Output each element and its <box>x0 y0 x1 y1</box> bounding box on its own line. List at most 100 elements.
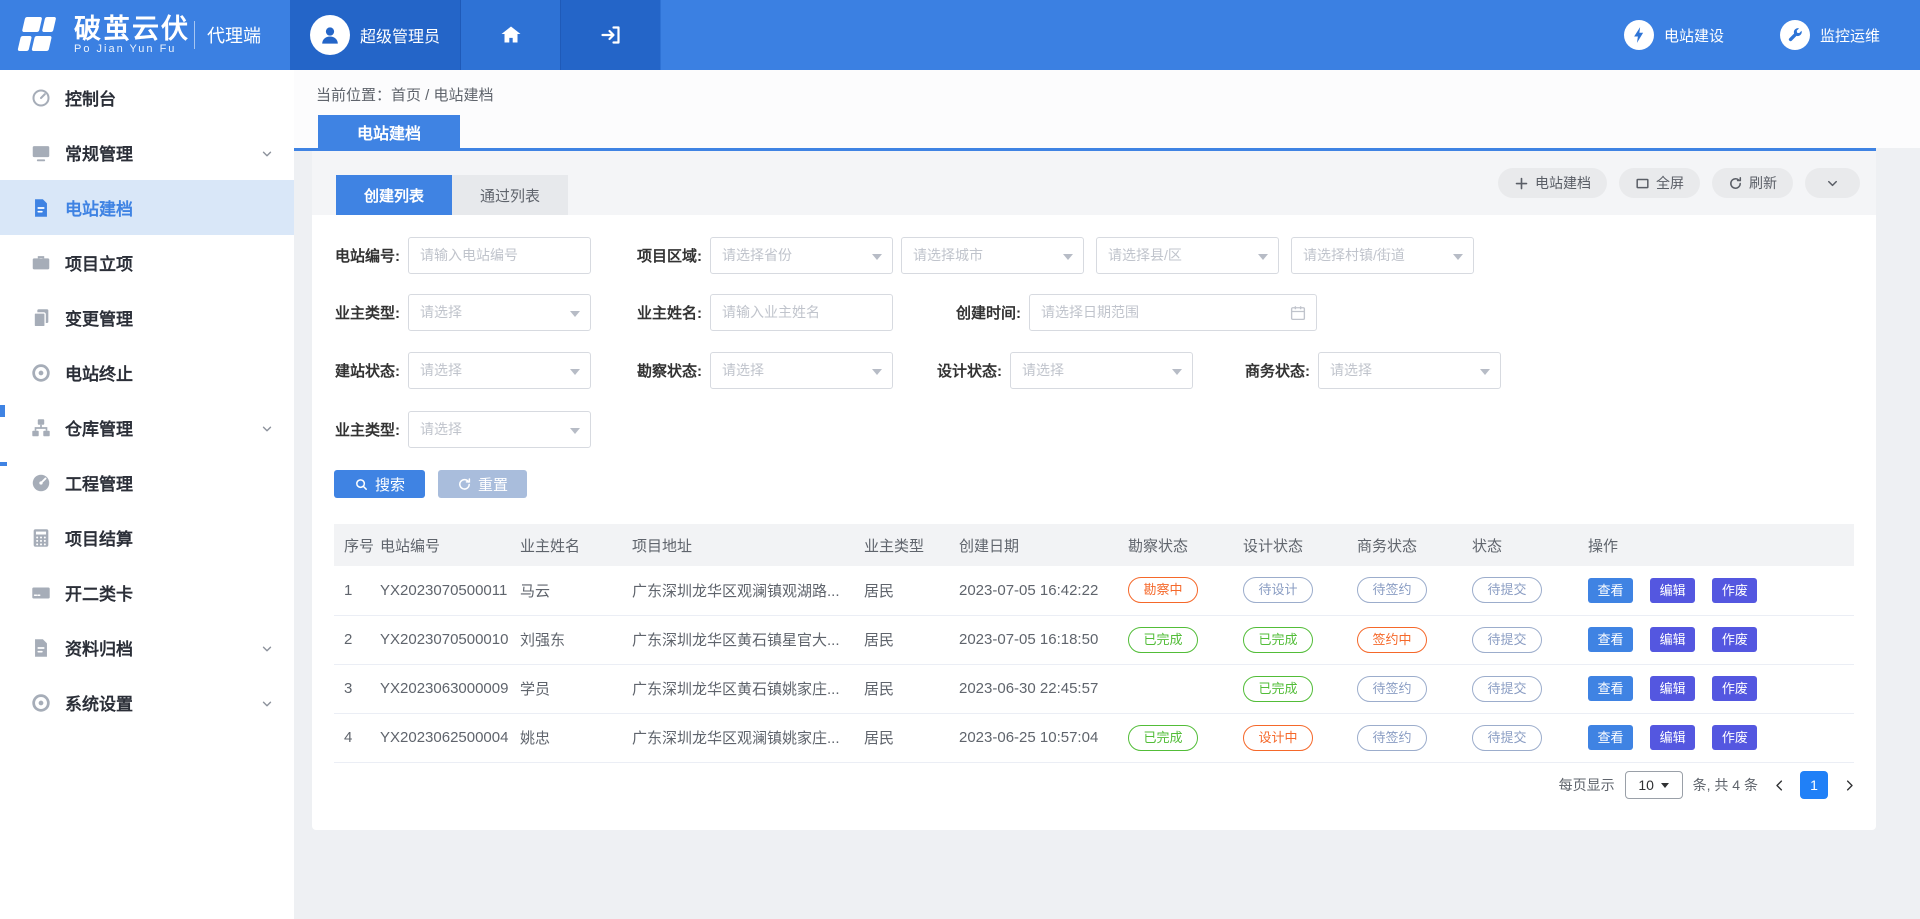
owner-name-input[interactable]: 请输入业主姓名 <box>710 294 893 331</box>
town-select[interactable]: 请选择村镇/街道 <box>1291 237 1474 274</box>
sidebar-item-project-initiation[interactable]: 项目立项 <box>0 235 294 290</box>
status-badge: 签约中 <box>1357 627 1427 653</box>
sidebar-item-project-settlement[interactable]: 项目结算 <box>0 510 294 565</box>
edit-button[interactable]: 编辑 <box>1650 578 1695 603</box>
brand-title: 破茧云伏 <box>74 15 190 43</box>
caret-down-icon <box>570 428 580 434</box>
province-select[interactable]: 请选择省份 <box>710 237 893 274</box>
caret-down-icon <box>1258 254 1268 260</box>
void-button[interactable]: 作废 <box>1712 627 1757 652</box>
brand-subtitle: Po Jian Yun Fu <box>74 43 190 55</box>
home-button[interactable] <box>460 0 561 70</box>
sidebar-item-label: 电站建档 <box>65 195 133 220</box>
placeholder: 请输入业主姓名 <box>722 302 820 322</box>
placeholder: 请选择省份 <box>722 245 792 265</box>
per-page-select[interactable]: 10 <box>1625 771 1683 799</box>
city-select[interactable]: 请选择城市 <box>901 237 1084 274</box>
station-no-input[interactable]: 请输入电站编号 <box>408 237 591 274</box>
status-badge: 已完成 <box>1128 627 1198 653</box>
void-button[interactable]: 作废 <box>1712 578 1757 603</box>
sidebar-item-label: 电站终止 <box>65 360 133 385</box>
owner-type2-select[interactable]: 请选择 <box>408 411 591 448</box>
status-badge: 待提交 <box>1472 577 1542 603</box>
field-label: 项目区域: <box>628 245 702 266</box>
table-row: 4 YX2023062500004 姚忠 广东深圳龙华区观澜镇姚家庄... 居民… <box>334 713 1854 762</box>
card-icon <box>30 582 52 604</box>
column-header: 操作 <box>1588 524 1854 566</box>
reset-button[interactable]: 重置 <box>438 470 527 498</box>
refresh-icon <box>1728 176 1743 191</box>
sidebar-item-station-filing[interactable]: 电站建档 <box>0 180 294 235</box>
search-button[interactable]: 搜索 <box>334 470 425 498</box>
nav-station-construction[interactable]: 电站建设 <box>1624 20 1724 50</box>
placeholder: 请选择 <box>420 360 462 380</box>
nav-monitor-ops[interactable]: 监控运维 <box>1780 20 1880 50</box>
refresh-button[interactable]: 刷新 <box>1712 168 1793 198</box>
field-label: 商务状态: <box>1236 360 1310 381</box>
fullscreen-button[interactable]: 全屏 <box>1619 168 1700 198</box>
briefcase-icon <box>30 252 52 274</box>
user-menu[interactable]: 超级管理员 <box>290 0 460 70</box>
void-button[interactable]: 作废 <box>1712 676 1757 701</box>
sidebar-item-general-mgmt[interactable]: 常规管理 <box>0 125 294 180</box>
prev-page-button[interactable] <box>1768 771 1790 799</box>
view-button[interactable]: 查看 <box>1588 725 1633 750</box>
page-tab-station-filing[interactable]: 电站建档 <box>318 115 460 148</box>
caret-down-icon <box>872 369 882 375</box>
next-page-button[interactable] <box>1838 771 1860 799</box>
reset-icon <box>457 477 472 492</box>
calculator-icon <box>30 527 52 549</box>
placeholder: 请选择 <box>1330 360 1372 380</box>
per-page-label: 每页显示 <box>1559 775 1615 795</box>
tab-create-list[interactable]: 创建列表 <box>336 175 452 215</box>
survey-status-select[interactable]: 请选择 <box>710 352 893 389</box>
owner-type-select[interactable]: 请选择 <box>408 294 591 331</box>
tab-passed-list[interactable]: 通过列表 <box>452 175 568 215</box>
status-badge: 已完成 <box>1128 725 1198 751</box>
column-header: 业主姓名 <box>520 524 632 566</box>
sidebar-item-station-termination[interactable]: 电站终止 <box>0 345 294 400</box>
logout-button[interactable] <box>561 0 661 70</box>
edit-button[interactable]: 编辑 <box>1650 627 1695 652</box>
table-header-row: 序号 电站编号 业主姓名 项目地址 业主类型 创建日期 勘察状态 设计状态 商务… <box>334 524 1854 566</box>
column-header: 电站编号 <box>380 524 520 566</box>
edit-button[interactable]: 编辑 <box>1650 676 1695 701</box>
button-label: 搜索 <box>375 474 405 495</box>
edit-button[interactable]: 编辑 <box>1650 725 1695 750</box>
status-badge: 待提交 <box>1472 676 1542 702</box>
sidebar-item-label: 项目立项 <box>65 250 133 275</box>
sidebar-item-console[interactable]: 控制台 <box>0 70 294 125</box>
caret-down-icon <box>1172 369 1182 375</box>
pagination: 每页显示 10 条, 共 4 条 1 <box>1559 771 1860 799</box>
page-number-1[interactable]: 1 <box>1800 771 1828 799</box>
void-button[interactable]: 作废 <box>1712 725 1757 750</box>
card-body: 电站编号: 请输入电站编号 项目区域: 请选择省份 请选择城市 请选择县/区 请… <box>312 215 1876 830</box>
sidebar-item-change-mgmt[interactable]: 变更管理 <box>0 290 294 345</box>
collapse-toolbar-button[interactable] <box>1805 168 1860 198</box>
table-row: 1 YX2023070500011 马云 广东深圳龙华区观澜镇观湖路... 居民… <box>334 566 1854 615</box>
create-station-button[interactable]: 电站建档 <box>1498 168 1607 198</box>
date-range-input[interactable]: 请选择日期范围 <box>1029 294 1317 331</box>
placeholder: 请选择 <box>420 302 462 322</box>
design-status-select[interactable]: 请选择 <box>1010 352 1193 389</box>
sidebar-item-label: 常规管理 <box>65 140 133 165</box>
field-label: 业主类型: <box>326 302 400 323</box>
field-label: 业主姓名: <box>628 302 702 323</box>
county-select[interactable]: 请选择县/区 <box>1096 237 1279 274</box>
avatar <box>310 15 350 55</box>
user-name: 超级管理员 <box>360 23 440 47</box>
placeholder: 请选择 <box>722 360 764 380</box>
sidebar-item-data-archive[interactable]: 资料归档 <box>0 620 294 675</box>
business-status-select[interactable]: 请选择 <box>1318 352 1501 389</box>
sidebar-item-engineering-mgmt[interactable]: 工程管理 <box>0 455 294 510</box>
sidebar-item-system-settings[interactable]: 系统设置 <box>0 675 294 730</box>
sidebar-item-type2-card[interactable]: 开二类卡 <box>0 565 294 620</box>
view-button[interactable]: 查看 <box>1588 676 1633 701</box>
chevron-down-icon <box>260 146 274 166</box>
view-button[interactable]: 查看 <box>1588 578 1633 603</box>
sidebar-item-label: 系统设置 <box>65 690 133 715</box>
field-label: 建站状态: <box>326 360 400 381</box>
sidebar-item-warehouse-mgmt[interactable]: 仓库管理 <box>0 400 294 455</box>
view-button[interactable]: 查看 <box>1588 627 1633 652</box>
build-status-select[interactable]: 请选择 <box>408 352 591 389</box>
